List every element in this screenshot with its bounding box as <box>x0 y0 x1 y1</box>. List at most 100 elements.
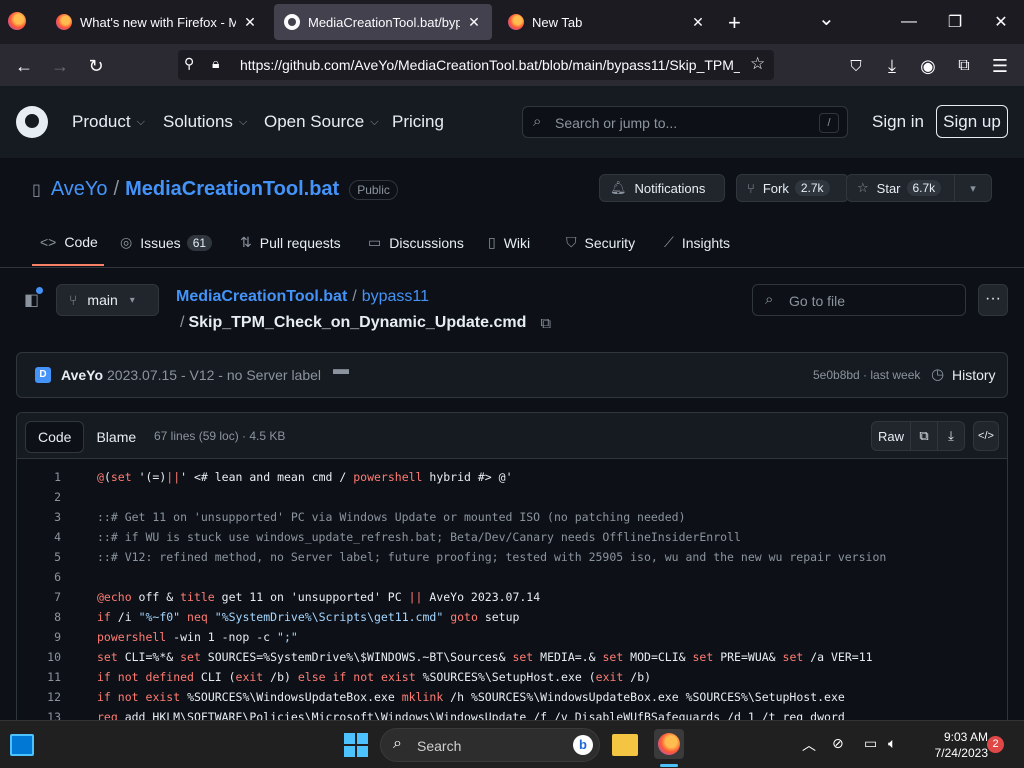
code-line[interactable]: 10 set CLI=%*& set SOURCES=%SystemDrive%\… <box>17 647 1007 667</box>
download-icon[interactable]: ⤓ <box>937 421 965 451</box>
extensions-icon[interactable]: ⧉ <box>950 52 978 80</box>
menu-icon[interactable]: ☰ <box>986 52 1014 80</box>
star-button[interactable]: ☆ Star 6.7k <box>846 174 955 202</box>
forward-icon[interactable]: → <box>46 52 74 80</box>
line-number[interactable]: 9 <box>17 630 61 644</box>
tab-security[interactable]: ⛉ Security <box>566 234 635 251</box>
commit-message[interactable]: 2023.07.15 - V12 - no Server label <box>107 367 321 383</box>
browser-tab-firefox-news[interactable]: What's new with Firefox - More ✕ <box>46 4 268 40</box>
side-panel-toggle-icon[interactable]: ◧ <box>24 287 43 310</box>
account-icon[interactable]: ◉ <box>914 52 942 80</box>
close-icon[interactable]: ✕ <box>690 14 706 31</box>
line-number[interactable]: 1 <box>17 470 61 484</box>
code-view-button[interactable]: Code <box>25 421 85 453</box>
code-line[interactable]: 11 if not defined CLI (exit /b) else if n… <box>17 667 1007 687</box>
symbols-panel-icon[interactable]: </> <box>973 421 999 451</box>
tab-discussions[interactable]: ▭ Discussions <box>368 234 464 251</box>
sign-in-link[interactable]: Sign in <box>872 112 924 132</box>
browser-tab-github[interactable]: MediaCreationTool.bat/bypass11 ✕ <box>274 4 492 40</box>
line-number[interactable]: 12 <box>17 690 61 704</box>
notifications-button[interactable]: 🔔︎ Notifications <box>599 174 725 202</box>
breadcrumb-repo-link[interactable]: MediaCreationTool.bat <box>176 288 347 306</box>
commit-sha[interactable]: 5e0b8bd · last week <box>813 368 920 382</box>
maximize-button[interactable]: ❐ <box>932 0 978 44</box>
tab-code[interactable]: <> Code <box>40 234 98 250</box>
permissions-icon[interactable]: ⚲ <box>184 55 194 72</box>
more-options-button[interactable]: ··· <box>978 284 1008 316</box>
lock-icon[interactable]: 🔒︎ <box>212 55 219 72</box>
blame-view-button[interactable]: Blame <box>84 421 148 453</box>
minimize-button[interactable]: — <box>886 0 932 44</box>
close-window-button[interactable]: ✕ <box>978 0 1024 44</box>
bing-icon[interactable]: b <box>573 735 593 755</box>
line-number[interactable]: 4 <box>17 530 61 544</box>
network-icon[interactable]: ⊘ <box>832 735 844 752</box>
copy-raw-icon[interactable]: ⧉ <box>910 421 938 451</box>
avatar[interactable]: D <box>35 367 51 383</box>
display-icon[interactable]: ▭ <box>864 735 877 752</box>
line-number[interactable]: 7 <box>17 590 61 604</box>
github-logo-icon[interactable] <box>16 106 48 138</box>
line-number[interactable]: 6 <box>17 570 61 584</box>
list-all-tabs-button[interactable]: ⌄ <box>818 6 835 31</box>
code-line[interactable]: 5::# V12: refined method, no Server labe… <box>17 547 1007 567</box>
close-icon[interactable]: ✕ <box>466 14 482 31</box>
firefox-taskbar-icon[interactable] <box>654 729 684 759</box>
tab-insights[interactable]: ⟋ Insights <box>664 234 730 251</box>
repo-name-link[interactable]: MediaCreationTool.bat <box>125 178 339 201</box>
tab-pull-requests[interactable]: ⇅ Pull requests <box>240 234 341 251</box>
code-line[interactable]: 2 <box>17 487 1007 507</box>
code-line[interactable]: 12 if not exist %SOURCES%\WindowsUpdateBo… <box>17 687 1007 707</box>
notification-badge[interactable]: 2 <box>987 736 1004 753</box>
nav-product[interactable]: Product ⌵ <box>72 112 145 132</box>
line-number[interactable]: 3 <box>17 510 61 524</box>
expand-commit-icon[interactable]: ▬ <box>333 361 349 379</box>
new-tab-button[interactable]: + <box>728 10 741 36</box>
clock[interactable]: 9:03 AM 7/24/2023 <box>918 729 988 761</box>
raw-button[interactable]: Raw <box>871 421 911 451</box>
line-number[interactable]: 10 <box>17 650 61 664</box>
show-hidden-icons-icon[interactable]: ︿ <box>802 735 816 755</box>
line-number[interactable]: 2 <box>17 490 61 504</box>
breadcrumb-dir-link[interactable]: bypass11 <box>362 288 429 306</box>
nav-solutions[interactable]: Solutions ⌵ <box>163 112 247 132</box>
code-line[interactable]: 9 powershell -win 1 -nop -c ";" <box>17 627 1007 647</box>
code-line[interactable]: 7 @echo off & title get 11 on 'unsupporte… <box>17 587 1007 607</box>
nav-pricing[interactable]: Pricing <box>392 112 444 132</box>
commit-author[interactable]: AveYo <box>61 367 103 383</box>
repo-owner-link[interactable]: AveYo <box>51 178 108 201</box>
bookmark-star-icon[interactable]: ☆ <box>750 54 765 74</box>
sign-up-button[interactable]: Sign up <box>936 105 1008 138</box>
pocket-icon[interactable]: ⛉ <box>842 52 870 80</box>
code-line[interactable]: 3::# Get 11 on 'unsupported' PC via Wind… <box>17 507 1007 527</box>
star-dropdown-button[interactable]: ▾ <box>954 174 992 202</box>
branch-selector[interactable]: ⑂ main ▾ <box>56 284 159 316</box>
tab-issues[interactable]: ◎ Issues 61 <box>120 234 213 251</box>
speaker-icon[interactable]: 🔈︎ <box>888 735 896 752</box>
url-bar[interactable]: ⚲ 🔒︎ https://github.com/AveYo/MediaCreat… <box>178 50 774 80</box>
go-to-file-input[interactable]: ⌕ Go to file <box>752 284 966 316</box>
browser-tab-new[interactable]: New Tab ✕ <box>498 4 716 40</box>
windows-start-icon[interactable] <box>344 733 368 757</box>
code-line[interactable]: 4::# if WU is stuck use windows_update_r… <box>17 527 1007 547</box>
code-line[interactable]: 6 <box>17 567 1007 587</box>
close-icon[interactable]: ✕ <box>242 14 258 31</box>
firefox-menu-icon[interactable] <box>8 12 28 32</box>
back-icon[interactable]: ← <box>10 52 38 80</box>
widgets-icon[interactable] <box>10 734 34 756</box>
code-line[interactable]: 8 if /i "%~f0" neq "%SystemDrive%\Scripts… <box>17 607 1007 627</box>
tab-wiki[interactable]: ▯ Wiki <box>488 234 530 251</box>
code-line[interactable]: 1 @(set '(=)||' <# lean and mean cmd / po… <box>17 467 1007 487</box>
history-link[interactable]: History <box>952 367 996 383</box>
copy-path-icon[interactable]: ⧉ <box>540 315 551 332</box>
nav-open-source[interactable]: Open Source ⌵ <box>264 112 379 132</box>
line-number[interactable]: 8 <box>17 610 61 624</box>
line-number[interactable]: 11 <box>17 670 61 684</box>
line-number[interactable]: 5 <box>17 550 61 564</box>
file-explorer-icon[interactable] <box>612 734 638 756</box>
fork-button[interactable]: ⑂ Fork 2.7k <box>736 174 849 202</box>
search-input[interactable]: ⌕ Search or jump to... / <box>522 106 848 138</box>
taskbar-search[interactable]: ⌕ Search b <box>380 728 600 762</box>
downloads-icon[interactable]: ⤓ <box>878 52 906 80</box>
reload-icon[interactable]: ↻ <box>82 52 110 80</box>
